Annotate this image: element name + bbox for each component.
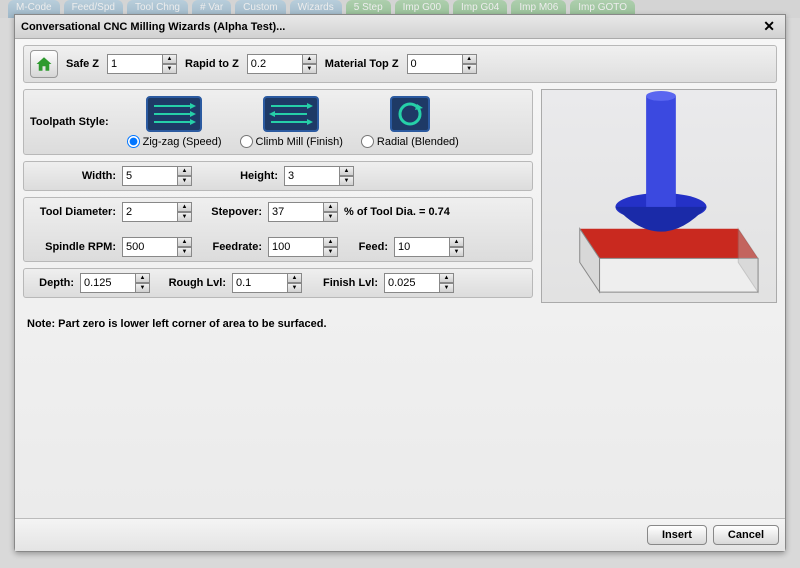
- stepover-field[interactable]: [268, 202, 324, 222]
- preview-3d-icon: [542, 90, 776, 302]
- home-icon: [35, 55, 53, 73]
- spin-up-icon[interactable]: ▲: [136, 273, 150, 283]
- feedrate-input[interactable]: ▲▼: [268, 237, 338, 257]
- height-field[interactable]: [284, 166, 340, 186]
- tool-diameter-label: Tool Diameter:: [30, 206, 116, 218]
- climb-icon: [263, 96, 319, 132]
- spin-up-icon[interactable]: ▲: [340, 166, 354, 176]
- depth-label: Depth:: [30, 277, 74, 289]
- spin-up-icon[interactable]: ▲: [463, 54, 477, 64]
- dialog-footer: Insert Cancel: [15, 518, 785, 551]
- dialog-title: Conversational CNC Milling Wizards (Alph…: [21, 21, 285, 33]
- width-input[interactable]: ▲▼: [122, 166, 192, 186]
- material-top-z-label: Material Top Z: [325, 58, 399, 70]
- toolpath-option-zigzag[interactable]: Zig-zag (Speed): [127, 96, 222, 148]
- feedrate-label: Feedrate:: [198, 241, 262, 253]
- stepover-note: % of Tool Dia. = 0.74: [344, 206, 450, 218]
- spin-down-icon[interactable]: ▼: [178, 212, 192, 222]
- preview-pane: [541, 89, 777, 303]
- depth-field[interactable]: [80, 273, 136, 293]
- spin-up-icon[interactable]: ▲: [178, 166, 192, 176]
- rough-level-label: Rough Lvl:: [156, 277, 226, 289]
- finish-level-label: Finish Lvl:: [308, 277, 378, 289]
- depth-row: Depth: ▲▼ Rough Lvl: ▲▼ Finish Lvl: ▲▼: [23, 268, 533, 298]
- spindle-rpm-field[interactable]: [122, 237, 178, 257]
- feed-label: Feed:: [344, 241, 388, 253]
- spin-down-icon[interactable]: ▼: [178, 176, 192, 186]
- tool-diameter-input[interactable]: ▲▼: [122, 202, 192, 222]
- rough-level-field[interactable]: [232, 273, 288, 293]
- rapid-z-field[interactable]: [247, 54, 303, 74]
- width-label: Width:: [30, 170, 116, 182]
- tool-diameter-field[interactable]: [122, 202, 178, 222]
- spin-down-icon[interactable]: ▼: [163, 64, 177, 74]
- spin-down-icon[interactable]: ▼: [340, 176, 354, 186]
- spin-up-icon[interactable]: ▲: [450, 237, 464, 247]
- titlebar: Conversational CNC Milling Wizards (Alph…: [15, 15, 785, 39]
- zigzag-radio-label: Zig-zag (Speed): [143, 136, 222, 148]
- feed-field[interactable]: [394, 237, 450, 257]
- spin-down-icon[interactable]: ▼: [136, 283, 150, 293]
- tool-row: Tool Diameter: ▲▼ Stepover: ▲▼ % of Tool…: [23, 197, 533, 262]
- finish-level-input[interactable]: ▲▼: [384, 273, 454, 293]
- spin-up-icon[interactable]: ▲: [440, 273, 454, 283]
- spin-up-icon[interactable]: ▲: [178, 202, 192, 212]
- safe-z-input[interactable]: ▲▼: [107, 54, 177, 74]
- spin-up-icon[interactable]: ▲: [288, 273, 302, 283]
- spin-up-icon[interactable]: ▲: [178, 237, 192, 247]
- feed-input[interactable]: ▲▼: [394, 237, 464, 257]
- spin-up-icon[interactable]: ▲: [303, 54, 317, 64]
- spin-up-icon[interactable]: ▲: [324, 202, 338, 212]
- dimensions-row: Width: ▲▼ Height: ▲▼: [23, 161, 533, 191]
- spin-down-icon[interactable]: ▼: [178, 247, 192, 257]
- safe-z-field[interactable]: [107, 54, 163, 74]
- toolpath-option-climb[interactable]: Climb Mill (Finish): [240, 96, 343, 148]
- insert-button[interactable]: Insert: [647, 525, 707, 545]
- safe-z-label: Safe Z: [66, 58, 99, 70]
- radial-icon: [390, 96, 430, 132]
- toolpath-style-group: Toolpath Style: Zig-zag (Speed): [23, 89, 533, 155]
- depth-input[interactable]: ▲▼: [80, 273, 150, 293]
- spin-down-icon[interactable]: ▼: [288, 283, 302, 293]
- spin-up-icon[interactable]: ▲: [163, 54, 177, 64]
- spin-down-icon[interactable]: ▼: [303, 64, 317, 74]
- spin-down-icon[interactable]: ▼: [324, 247, 338, 257]
- radial-radio-label: Radial (Blended): [377, 136, 459, 148]
- cancel-button[interactable]: Cancel: [713, 525, 779, 545]
- rapid-z-input[interactable]: ▲▼: [247, 54, 317, 74]
- feedrate-field[interactable]: [268, 237, 324, 257]
- zigzag-radio[interactable]: [127, 135, 140, 148]
- close-icon[interactable]: ✕: [759, 18, 779, 35]
- height-label: Height:: [198, 170, 278, 182]
- spindle-rpm-label: Spindle RPM:: [30, 241, 116, 253]
- finish-level-field[interactable]: [384, 273, 440, 293]
- home-button[interactable]: [30, 50, 58, 78]
- material-top-z-field[interactable]: [407, 54, 463, 74]
- rough-level-input[interactable]: ▲▼: [232, 273, 302, 293]
- dialog: Conversational CNC Milling Wizards (Alph…: [14, 14, 786, 552]
- climb-radio-label: Climb Mill (Finish): [256, 136, 343, 148]
- top-toolbar: Safe Z ▲▼ Rapid to Z ▲▼ Material Top Z ▲…: [23, 45, 777, 83]
- stepover-label: Stepover:: [198, 206, 262, 218]
- spin-down-icon[interactable]: ▼: [463, 64, 477, 74]
- climb-radio[interactable]: [240, 135, 253, 148]
- material-top-z-input[interactable]: ▲▼: [407, 54, 477, 74]
- toolpath-option-radial[interactable]: Radial (Blended): [361, 96, 459, 148]
- height-input[interactable]: ▲▼: [284, 166, 354, 186]
- toolpath-style-label: Toolpath Style:: [30, 116, 109, 128]
- spin-up-icon[interactable]: ▲: [324, 237, 338, 247]
- spin-down-icon[interactable]: ▼: [440, 283, 454, 293]
- spin-down-icon[interactable]: ▼: [324, 212, 338, 222]
- zigzag-icon: [146, 96, 202, 132]
- spindle-rpm-input[interactable]: ▲▼: [122, 237, 192, 257]
- width-field[interactable]: [122, 166, 178, 186]
- radial-radio[interactable]: [361, 135, 374, 148]
- rapid-z-label: Rapid to Z: [185, 58, 239, 70]
- note-text: Note: Part zero is lower left corner of …: [23, 304, 777, 344]
- stepover-input[interactable]: ▲▼: [268, 202, 338, 222]
- spin-down-icon[interactable]: ▼: [450, 247, 464, 257]
- content: Safe Z ▲▼ Rapid to Z ▲▼ Material Top Z ▲…: [15, 39, 785, 518]
